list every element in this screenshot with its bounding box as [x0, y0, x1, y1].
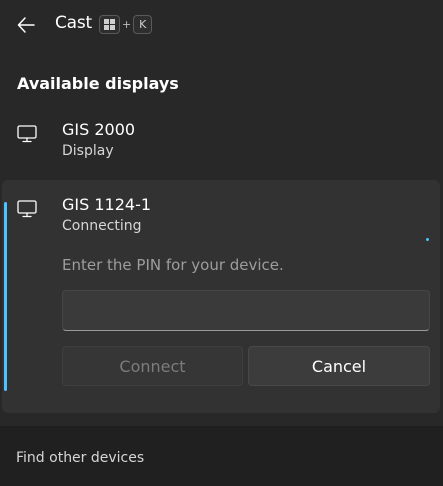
cancel-button[interactable]: Cancel [248, 346, 430, 386]
section-title: Available displays [17, 74, 179, 93]
device-item-gis-1124-1-expanded: GIS 1124-1 Connecting Enter the PIN for … [2, 180, 440, 413]
shortcut-plus: + [122, 18, 132, 31]
footer: Find other devices [0, 427, 443, 486]
progress-dot [426, 238, 429, 241]
windows-logo-icon [104, 19, 115, 30]
device-item-gis-2000[interactable]: GIS 2000 Display [0, 120, 443, 162]
cast-panel: Cast + K Available displays GIS 2000 Dis… [0, 0, 443, 486]
keyboard-shortcut: + K [99, 15, 153, 34]
device-status: Connecting [62, 218, 142, 234]
monitor-icon [17, 125, 37, 143]
device-item-gis-1124-1[interactable]: GIS 1124-1 Connecting [0, 195, 443, 237]
monitor-icon [17, 200, 37, 218]
pin-prompt-label: Enter the PIN for your device. [62, 256, 284, 274]
device-status: Display [62, 143, 114, 159]
device-name: GIS 1124-1 [62, 195, 152, 214]
k-key: K [133, 15, 153, 34]
pin-input[interactable] [62, 290, 430, 331]
header: Cast + K [0, 0, 443, 50]
connect-button[interactable]: Connect [62, 346, 243, 386]
device-name: GIS 2000 [62, 120, 136, 139]
windows-key [99, 15, 120, 34]
find-other-devices-link[interactable]: Find other devices [16, 450, 144, 466]
back-button[interactable] [10, 11, 42, 39]
page-title: Cast [55, 13, 93, 33]
back-arrow-icon [17, 17, 35, 33]
